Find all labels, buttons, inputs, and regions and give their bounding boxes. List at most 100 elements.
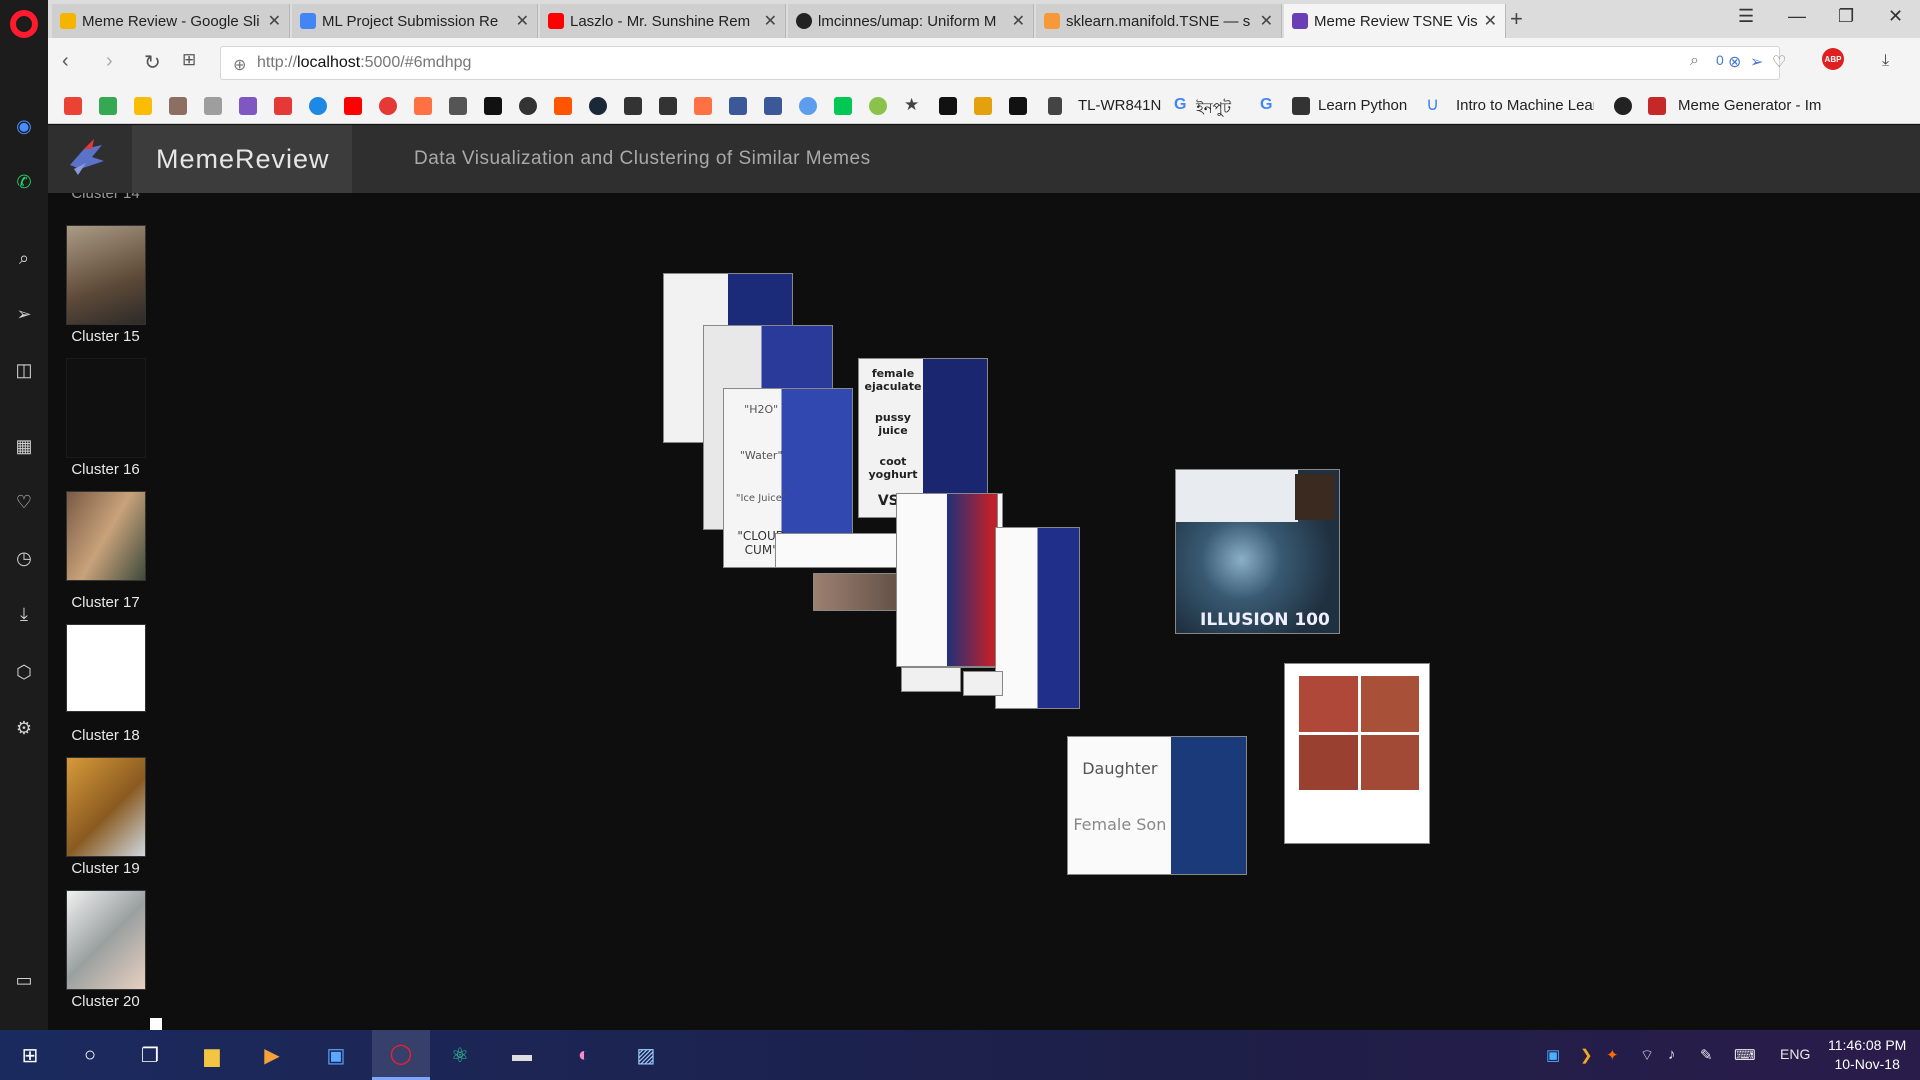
tab-umap[interactable]: lmcinnes/umap: Uniform M ✕ xyxy=(788,4,1034,38)
app-icon[interactable]: ◐ xyxy=(560,1030,608,1080)
send-icon[interactable]: ➢ xyxy=(1750,52,1763,72)
minimize-button[interactable]: — xyxy=(1788,6,1806,27)
cluster-thumbnail[interactable] xyxy=(66,624,146,712)
bookmark-icon[interactable] xyxy=(1009,97,1027,115)
bookmark-icon[interactable] xyxy=(799,97,817,115)
bookmark-intro-ml[interactable]: Intro to Machine Lear xyxy=(1456,97,1594,114)
send-icon[interactable]: ➢ xyxy=(10,300,38,328)
restore-button[interactable]: ❐ xyxy=(1838,6,1854,27)
soundcloud-icon[interactable] xyxy=(554,97,572,115)
close-icon[interactable]: ✕ xyxy=(1260,11,1273,31)
cortana-icon[interactable]: ○ xyxy=(66,1030,114,1080)
tray-app-icon[interactable]: ✦ xyxy=(1606,1046,1619,1064)
taskbar-clock[interactable]: 11:46:08 PM 10-Nov-18 xyxy=(1828,1036,1906,1074)
bookmark-icon[interactable] xyxy=(519,97,537,115)
search-icon[interactable]: ⌕ xyxy=(10,244,38,272)
meme-thumbnail[interactable]: ILLUSION 100 xyxy=(1175,469,1340,634)
bookmark-icon[interactable] xyxy=(309,97,327,115)
meme-thumbnail[interactable] xyxy=(896,493,998,667)
speed-dial-icon[interactable]: ▦ xyxy=(10,432,38,460)
bookmark-icon[interactable] xyxy=(659,97,677,115)
url-input[interactable]: ⊕ http://localhost:5000/#6mdhpg xyxy=(220,46,1780,80)
language-indicator[interactable]: ENG xyxy=(1780,1046,1810,1062)
heart-icon[interactable]: ♡ xyxy=(10,488,38,516)
media-player-icon[interactable]: ▶ xyxy=(248,1030,296,1080)
reload-icon[interactable]: ↻ xyxy=(144,50,161,75)
facebook-icon[interactable] xyxy=(729,97,747,115)
opera-taskbar-icon[interactable]: ◯ xyxy=(372,1030,430,1080)
star-icon[interactable]: ★ xyxy=(904,95,922,114)
scroll-handle[interactable] xyxy=(150,1018,162,1030)
history-icon[interactable]: ◷ xyxy=(10,544,38,572)
messenger-icon[interactable]: ◉ xyxy=(10,112,38,140)
bookmark-icon[interactable] xyxy=(379,97,397,115)
bookmark-tl-wr841n[interactable]: TL-WR841N xyxy=(1078,97,1161,114)
gmail-icon[interactable] xyxy=(64,97,82,115)
forward-icon[interactable]: › xyxy=(106,50,113,73)
tab-ml-project[interactable]: ML Project Submission Re ✕ xyxy=(292,4,538,38)
photos-icon[interactable]: ▨ xyxy=(622,1030,670,1080)
bookmark-icon[interactable] xyxy=(414,97,432,115)
adblock-icon[interactable]: ABP xyxy=(1822,48,1844,70)
app-icon[interactable]: ▣ xyxy=(312,1030,360,1080)
bookmark-icon[interactable] xyxy=(939,97,957,115)
close-icon[interactable]: ✕ xyxy=(764,11,777,31)
cluster-thumbnail[interactable] xyxy=(66,225,146,325)
sidebar-toggle-icon[interactable]: ▭ xyxy=(10,966,38,994)
tsne-canvas[interactable]: "H2O" "Water" "Ice Juice" "CLOUD CUM" fe… xyxy=(163,193,1920,1030)
meme-thumbnail[interactable] xyxy=(775,533,905,568)
download-icon[interactable]: ⤓ xyxy=(1882,52,1889,70)
cluster-sidebar[interactable]: Cluster 14 Cluster 15 Cluster 16 Cluster… xyxy=(48,193,163,1030)
bookmark-icon[interactable] xyxy=(624,97,642,115)
bookmark-icon[interactable] xyxy=(134,97,152,115)
app-logo-icon[interactable] xyxy=(64,135,108,179)
tab-sklearn-tsne[interactable]: sklearn.manifold.TSNE — s ✕ xyxy=(1036,4,1282,38)
opera-logo-icon[interactable] xyxy=(10,10,38,38)
cluster-thumbnail[interactable] xyxy=(66,358,146,458)
terminal-icon[interactable]: ▬ xyxy=(498,1030,546,1080)
github-icon[interactable] xyxy=(1614,97,1632,115)
bookmark-icon[interactable] xyxy=(869,97,887,115)
chevron-up-icon[interactable]: ❯ xyxy=(1580,1046,1593,1064)
volume-icon[interactable]: ♪ xyxy=(1668,1046,1676,1063)
file-explorer-icon[interactable]: ▆ xyxy=(188,1030,236,1080)
google-drive-icon[interactable] xyxy=(99,97,117,115)
meme-thumbnail[interactable] xyxy=(901,667,961,692)
bookmark-icon[interactable] xyxy=(204,97,222,115)
windows-start-icon[interactable]: ⊞ xyxy=(6,1030,54,1080)
meme-thumbnail[interactable] xyxy=(1284,663,1430,844)
close-icon[interactable]: ✕ xyxy=(516,11,529,31)
bookmark-icon[interactable] xyxy=(169,97,187,115)
play-store-icon[interactable] xyxy=(834,97,852,115)
tab-laszlo[interactable]: Laszlo - Mr. Sunshine Rem ✕ xyxy=(540,4,786,38)
search-icon[interactable]: ⌕ xyxy=(1690,52,1699,70)
tabs-grid-icon[interactable]: ⊞ xyxy=(182,50,196,70)
whatsapp-icon[interactable]: ✆ xyxy=(10,168,38,196)
bookmark-meme-generator[interactable]: Meme Generator - Im xyxy=(1678,97,1828,114)
pen-icon[interactable]: ✎ xyxy=(1700,1046,1713,1064)
meme-thumbnail[interactable]: Daughter Female Son xyxy=(1067,736,1247,875)
bookmark-icon[interactable] xyxy=(694,97,712,115)
task-view-icon[interactable]: ❐ xyxy=(126,1030,174,1080)
cluster-thumbnail[interactable] xyxy=(66,890,146,990)
plex-icon[interactable] xyxy=(974,97,992,115)
x-icon[interactable] xyxy=(274,97,292,115)
keyboard-icon[interactable]: ⌨ xyxy=(1734,1046,1756,1064)
close-icon[interactable]: ✕ xyxy=(268,11,281,31)
meme-thumbnail[interactable] xyxy=(995,527,1080,709)
atom-icon[interactable]: ⚛ xyxy=(436,1030,484,1080)
steam-icon[interactable] xyxy=(589,97,607,115)
tab-menu-icon[interactable]: ☰ xyxy=(1738,6,1754,27)
downloads-icon[interactable]: ⤓ xyxy=(10,600,38,628)
close-icon[interactable]: ✕ xyxy=(1012,11,1025,31)
heart-icon[interactable]: ♡ xyxy=(1772,52,1786,72)
meme-thumbnail[interactable] xyxy=(963,671,1003,696)
extensions-icon[interactable]: ⬡ xyxy=(10,658,38,686)
bookmark-icon[interactable] xyxy=(239,97,257,115)
brand-title[interactable]: MemeReview xyxy=(132,125,352,193)
back-icon[interactable]: ‹ xyxy=(62,50,69,73)
cluster-thumbnail[interactable] xyxy=(66,757,146,857)
new-tab-button[interactable]: + xyxy=(1510,6,1523,32)
tray-app-icon[interactable]: ▣ xyxy=(1546,1046,1560,1064)
close-icon[interactable]: ✕ xyxy=(1484,11,1497,31)
